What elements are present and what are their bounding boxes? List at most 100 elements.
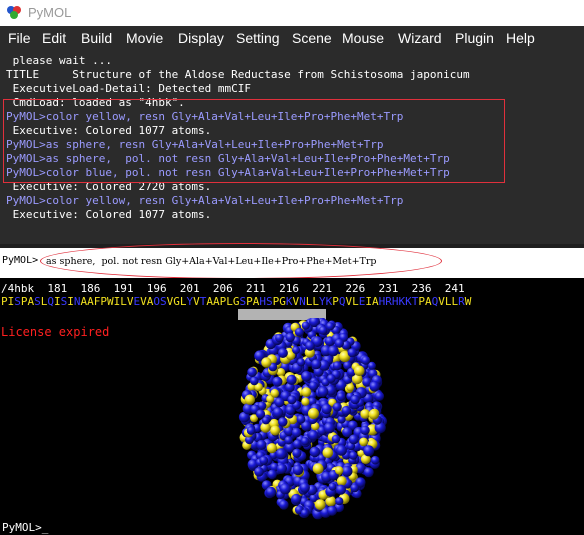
residue[interactable]: S — [266, 295, 273, 308]
atom-sphere — [274, 397, 285, 408]
atom-sphere — [359, 437, 368, 447]
atom-sphere — [360, 425, 370, 435]
atom-sphere — [312, 463, 324, 475]
residue[interactable]: Y — [319, 295, 326, 308]
residue[interactable]: P — [246, 295, 253, 308]
residue[interactable]: A — [87, 295, 94, 308]
protein-sphere-model[interactable] — [225, 318, 395, 526]
atom-sphere — [308, 381, 319, 391]
command-prompt: PyMOL> — [2, 255, 39, 266]
atom-sphere — [287, 395, 297, 405]
menu-movie[interactable]: Movie — [126, 30, 163, 46]
residue[interactable]: N — [299, 295, 306, 308]
menu-plugin[interactable]: Plugin — [455, 30, 494, 46]
residue[interactable]: V — [438, 295, 445, 308]
menu-setting[interactable]: Setting — [236, 30, 280, 46]
residue[interactable]: A — [213, 295, 220, 308]
sequence-residues[interactable]: PISPASLQISINAAFPWILVEVAOSVGLYVTAAPLGSPAH… — [1, 295, 471, 308]
atom-sphere — [368, 409, 379, 420]
atom-sphere — [244, 394, 255, 405]
atom-sphere — [284, 436, 293, 445]
residue[interactable]: H — [392, 295, 399, 308]
residue[interactable]: P — [21, 295, 28, 308]
atom-sphere — [296, 414, 306, 424]
atom-sphere — [259, 456, 269, 465]
atom-sphere — [270, 389, 279, 398]
residue[interactable]: L — [226, 295, 233, 308]
residue[interactable]: L — [180, 295, 187, 308]
atom-sphere — [346, 383, 355, 392]
atom-sphere — [297, 358, 306, 367]
residue[interactable]: L — [445, 295, 452, 308]
menu-edit[interactable]: Edit — [42, 30, 66, 46]
atom-sphere — [341, 405, 352, 416]
residue[interactable]: A — [206, 295, 213, 308]
residue[interactable]: G — [233, 295, 240, 308]
atom-sphere — [277, 348, 288, 358]
menu-display[interactable]: Display — [178, 30, 224, 46]
atom-sphere — [317, 386, 329, 397]
atom-sphere — [314, 499, 326, 510]
residue[interactable]: R — [458, 295, 465, 308]
atom-sphere — [301, 371, 312, 382]
residue[interactable]: S — [160, 295, 167, 308]
atom-sphere — [278, 417, 288, 427]
residue[interactable]: W — [465, 295, 472, 308]
residue[interactable]: P — [100, 295, 107, 308]
residue[interactable]: V — [193, 295, 200, 308]
bottom-prompt[interactable]: PyMOL>_ — [2, 521, 48, 534]
residue[interactable]: A — [425, 295, 432, 308]
menu-scene[interactable]: Scene — [292, 30, 332, 46]
residue[interactable]: K — [286, 295, 293, 308]
atom-sphere — [261, 357, 272, 368]
residue[interactable]: A — [372, 295, 379, 308]
residue[interactable]: I — [54, 295, 61, 308]
residue[interactable]: I — [365, 295, 372, 308]
residue[interactable]: O — [153, 295, 160, 308]
atom-sphere — [311, 359, 322, 370]
residue[interactable]: W — [107, 295, 114, 308]
atom-sphere — [301, 321, 310, 330]
atom-sphere — [292, 464, 304, 476]
atom-sphere — [246, 426, 256, 435]
residue[interactable]: Q — [339, 295, 346, 308]
residue[interactable]: L — [312, 295, 319, 308]
atom-sphere — [270, 425, 281, 436]
console-line: Executive: Colored 1077 atoms. — [6, 208, 212, 221]
menu-build[interactable]: Build — [81, 30, 112, 46]
residue[interactable]: Q — [47, 295, 54, 308]
residue[interactable]: H — [259, 295, 266, 308]
residue[interactable]: S — [14, 295, 21, 308]
residue[interactable]: P — [418, 295, 425, 308]
menu-bar: File Edit Build Movie Display Setting Sc… — [0, 26, 584, 52]
atom-sphere — [348, 434, 359, 445]
residue[interactable]: V — [127, 295, 134, 308]
atom-sphere — [275, 448, 287, 460]
atom-sphere — [286, 374, 297, 385]
pymol-logo-icon — [7, 6, 21, 19]
menu-mouse[interactable]: Mouse — [342, 30, 384, 46]
residue[interactable]: L — [120, 295, 127, 308]
residue[interactable]: P — [332, 295, 339, 308]
residue[interactable]: L — [352, 295, 359, 308]
atom-sphere — [254, 467, 264, 477]
highlight-oval — [40, 243, 442, 279]
residue[interactable]: G — [279, 295, 286, 308]
atom-sphere — [292, 439, 303, 449]
residue[interactable]: P — [1, 295, 8, 308]
console-line: please wait ... — [6, 54, 112, 67]
atom-sphere — [285, 332, 295, 343]
residue[interactable]: N — [74, 295, 81, 308]
residue[interactable]: V — [140, 295, 147, 308]
atom-sphere — [247, 367, 257, 377]
residue[interactable]: I — [67, 295, 74, 308]
menu-help[interactable]: Help — [506, 30, 535, 46]
residue[interactable]: G — [173, 295, 180, 308]
sequence-header: /4hbk 181 186 191 196 201 206 211 216 22… — [1, 282, 465, 295]
residue[interactable]: S — [34, 295, 41, 308]
menu-file[interactable]: File — [8, 30, 31, 46]
residue[interactable]: R — [385, 295, 392, 308]
menu-wizard[interactable]: Wizard — [398, 30, 442, 46]
bottom-command-line[interactable]: PyMOL>_ — [0, 520, 584, 535]
residue[interactable]: K — [405, 295, 412, 308]
